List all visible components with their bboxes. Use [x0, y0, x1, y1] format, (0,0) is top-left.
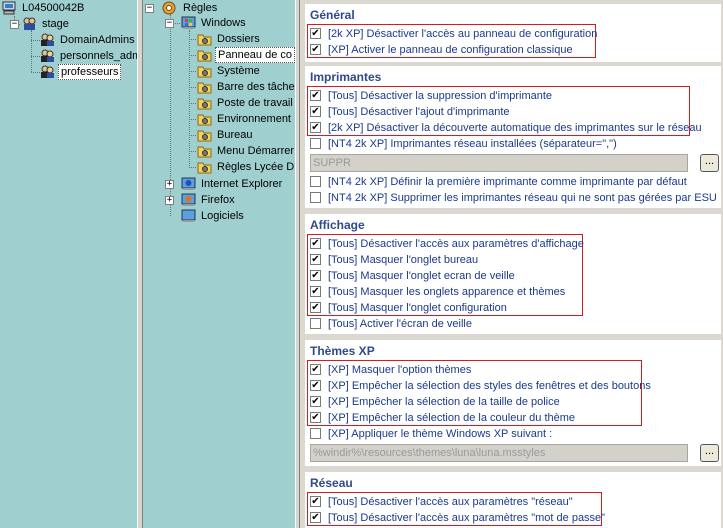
tree-item-label-selected: professeurs [58, 64, 122, 80]
setting-label[interactable]: [2k XP] Désactiver la découverte automat… [328, 120, 702, 136]
computer-icon [2, 1, 16, 15]
section-title-network: Réseau [310, 476, 353, 490]
gear-icon [162, 1, 176, 15]
tree-item-label: personnels_adm [60, 50, 137, 62]
theme-path-input[interactable]: %windir%\resources\themes\luna\luna.msst… [310, 444, 688, 462]
theme-browse-button[interactable]: ... [700, 444, 719, 462]
users-group-icon [41, 33, 54, 46]
checkbox-checked[interactable]: ✔ [310, 286, 321, 297]
tree-item-label: Dossiers [217, 33, 260, 45]
users-group-icon [41, 49, 54, 62]
section-title-general: Général [310, 8, 355, 22]
checkbox-checked[interactable]: ✔ [310, 396, 321, 407]
checkbox-checked[interactable]: ✔ [310, 380, 321, 391]
setting-label[interactable]: [NT4 2k XP] Supprimer les imprimantes ré… [328, 190, 717, 206]
setting-label[interactable]: [XP] Activer le panneau de configuration… [328, 42, 573, 58]
windows-icon [181, 16, 196, 29]
setting-label[interactable]: [XP] Empêcher la sélection de la couleur… [328, 410, 575, 426]
tree-item-label-selected: Panneau de co [215, 47, 295, 63]
checkbox-unchecked[interactable] [310, 428, 321, 439]
checkbox-checked[interactable]: ✔ [310, 106, 321, 117]
users-tree-pane: L04500042B − stage DomainAdmins personne… [0, 0, 137, 528]
checkbox-checked[interactable]: ✔ [310, 364, 321, 375]
setting-label[interactable]: [XP] Masquer l'option thèmes [328, 362, 471, 378]
tree-rules-root-label: Règles [183, 2, 218, 14]
firefox-icon [181, 193, 196, 206]
setting-label[interactable]: [2k XP] Désactiver l'accès au panneau de… [328, 26, 597, 42]
tree-item-label: Firefox [201, 194, 235, 206]
section-title-display: Affichage [310, 218, 365, 232]
collapse-icon[interactable]: − [10, 20, 19, 29]
users-group-icon [41, 65, 54, 78]
setting-label[interactable]: [XP] Appliquer le thème Windows XP suiva… [328, 426, 552, 442]
checkbox-checked[interactable]: ✔ [310, 44, 321, 55]
checkbox-unchecked[interactable] [310, 318, 321, 329]
setting-label[interactable]: [Tous] Activer l'écran de veille [328, 316, 472, 332]
setting-label[interactable]: [Tous] Désactiver l'ajout d'imprimante [328, 104, 510, 120]
checkbox-checked[interactable]: ✔ [310, 28, 321, 39]
setting-label[interactable]: [Tous] Masquer l'onglet configuration [328, 300, 507, 316]
rules-tree-pane: − Règles − Windows Dossiers Panneau de co… [143, 0, 295, 528]
setting-label[interactable]: [XP] Empêcher la sélection de la taille … [328, 394, 560, 410]
folder-settings-icon [197, 66, 212, 78]
expand-icon[interactable]: + [165, 196, 174, 205]
setting-label[interactable]: [Tous] Désactiver l'accès aux paramètres… [328, 494, 573, 510]
checkbox-checked[interactable]: ✔ [310, 496, 321, 507]
tree-group-label: stage [42, 18, 69, 30]
section-title-themes: Thèmes XP [310, 344, 375, 358]
checkbox-checked[interactable]: ✔ [310, 238, 321, 249]
folder-settings-icon [197, 34, 212, 46]
setting-label[interactable]: [Tous] Masquer les onglets apparence et … [328, 284, 565, 300]
tree-item-label: Barre des tâche [217, 81, 295, 93]
checkbox-checked[interactable]: ✔ [310, 302, 321, 313]
folder-settings-icon [197, 50, 212, 62]
tree-item-label: Logiciels [201, 210, 244, 222]
section-title-printers: Imprimantes [310, 70, 382, 84]
collapse-icon[interactable]: − [165, 19, 174, 28]
folder-settings-icon [197, 82, 212, 94]
tree-item-label: Règles Lycée D [217, 161, 295, 173]
printers-browse-button[interactable]: ... [700, 154, 719, 172]
checkbox-checked[interactable]: ✔ [310, 412, 321, 423]
tree-item-label: Poste de travail [217, 97, 293, 109]
folder-settings-icon [197, 114, 212, 126]
group-icon [23, 17, 36, 30]
printers-input[interactable]: SUPPR [310, 154, 688, 172]
setting-label[interactable]: [NT4 2k XP] Définir la première impriman… [328, 174, 687, 190]
checkbox-unchecked[interactable] [310, 176, 321, 187]
folder-settings-icon [197, 130, 212, 142]
tree-item-label: Environnement [217, 113, 291, 125]
internet-explorer-icon [181, 177, 196, 190]
tree-windows-label: Windows [201, 17, 246, 29]
expand-icon[interactable]: + [165, 180, 174, 189]
tree-item-label: Bureau [217, 129, 253, 141]
setting-label[interactable]: [Tous] Masquer l'onglet ecran de veille [328, 268, 515, 284]
setting-label[interactable]: [Tous] Désactiver l'accès aux paramètres… [328, 510, 605, 526]
setting-label[interactable]: [XP] Empêcher la sélection des styles de… [328, 378, 651, 394]
setting-label[interactable]: [NT4 2k XP] Imprimantes réseau installée… [328, 136, 617, 152]
setting-label[interactable]: [Tous] Masquer l'onglet bureau [328, 252, 478, 268]
tree-item-label: DomainAdmins [60, 34, 135, 46]
checkbox-checked[interactable]: ✔ [310, 270, 321, 281]
setting-label[interactable]: [Tous] Désactiver l'accès aux paramètres… [328, 236, 584, 252]
folder-settings-icon [197, 98, 212, 110]
checkbox-checked[interactable]: ✔ [310, 512, 321, 523]
checkbox-unchecked[interactable] [310, 192, 321, 203]
tree-root-label: L04500042B [22, 2, 85, 14]
tree-item-label: Menu Démarrer [217, 145, 295, 157]
setting-label[interactable]: [Tous] Désactiver la suppression d'impri… [328, 88, 552, 104]
checkbox-checked[interactable]: ✔ [310, 90, 321, 101]
checkbox-unchecked[interactable] [310, 138, 321, 149]
folder-settings-icon [197, 162, 212, 174]
software-icon [181, 209, 196, 222]
tree-item-label: Système [217, 65, 260, 77]
checkbox-checked[interactable]: ✔ [310, 122, 321, 133]
folder-settings-icon [197, 146, 212, 158]
checkbox-checked[interactable]: ✔ [310, 254, 321, 265]
collapse-icon[interactable]: − [145, 4, 154, 13]
tree-item-label: Internet Explorer [201, 178, 283, 190]
